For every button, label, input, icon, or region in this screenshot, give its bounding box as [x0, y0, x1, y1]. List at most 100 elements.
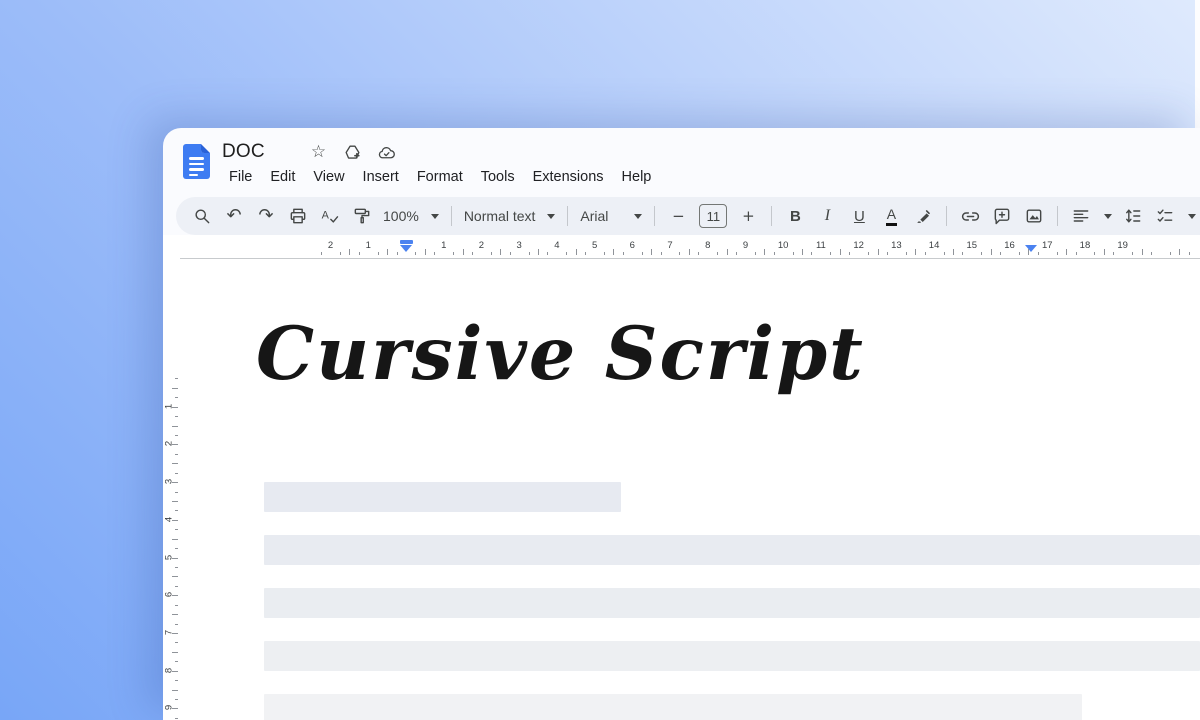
- align-caret-icon[interactable]: [1104, 214, 1112, 219]
- menu-item-help[interactable]: Help: [613, 166, 661, 188]
- document-page[interactable]: Cursive Script: [180, 259, 1200, 720]
- vertical-ruler[interactable]: 123456789: [163, 259, 180, 720]
- h-ruler-tick: [651, 249, 652, 255]
- h-ruler-tick: [953, 249, 954, 255]
- zoom-select[interactable]: 100%: [383, 208, 419, 224]
- separator: [451, 206, 452, 226]
- move-to-folder-icon[interactable]: [343, 143, 362, 162]
- h-ruler-tick: [397, 252, 398, 255]
- v-ruler-tick: [175, 435, 178, 436]
- separator: [946, 206, 947, 226]
- v-ruler-tick: [175, 624, 178, 625]
- h-ruler-tick: [811, 252, 812, 255]
- search-menus-button[interactable]: [191, 204, 213, 228]
- spelling-check-button[interactable]: A: [319, 204, 341, 228]
- redo-button[interactable]: ↷: [255, 204, 277, 228]
- h-ruler-number: 19: [1117, 240, 1128, 251]
- paint-format-button[interactable]: [351, 204, 373, 228]
- menu-item-tools[interactable]: Tools: [472, 166, 524, 188]
- h-ruler-tick: [774, 252, 775, 255]
- h-ruler-tick: [868, 252, 869, 255]
- v-ruler-tick: [175, 642, 178, 643]
- h-ruler-tick: [764, 249, 765, 255]
- v-ruler-tick: [172, 407, 179, 408]
- align-button[interactable]: [1070, 204, 1092, 228]
- v-ruler-tick: [172, 482, 179, 483]
- insert-image-button[interactable]: [1023, 204, 1045, 228]
- v-ruler-tick: [172, 671, 179, 672]
- h-ruler-tick: [962, 252, 963, 255]
- h-ruler-tick: [547, 252, 548, 255]
- h-ruler-number: 10: [778, 240, 789, 251]
- increase-font-size-button[interactable]: +: [737, 204, 759, 228]
- decrease-font-size-button[interactable]: −: [667, 204, 689, 228]
- separator: [1057, 206, 1058, 226]
- v-ruler-tick: [172, 520, 179, 521]
- h-ruler-tick: [623, 252, 624, 255]
- h-ruler-number: 13: [891, 240, 902, 251]
- h-ruler-tick: [981, 252, 982, 255]
- line-spacing-button[interactable]: [1122, 204, 1144, 228]
- h-ruler-tick: [991, 249, 992, 255]
- h-ruler-tick: [425, 249, 426, 255]
- paragraph-style-select[interactable]: Normal text: [464, 208, 536, 224]
- italic-button[interactable]: I: [816, 204, 838, 228]
- docs-logo-lines: [189, 157, 204, 179]
- svg-text:A: A: [322, 210, 330, 222]
- menu-item-file[interactable]: File: [220, 166, 261, 188]
- horizontal-ruler[interactable]: 2112345678910111213141516171819: [163, 235, 1200, 258]
- print-button[interactable]: [287, 204, 309, 228]
- h-ruler-tick: [359, 252, 360, 255]
- menu-item-format[interactable]: Format: [408, 166, 472, 188]
- h-ruler-tick: [915, 249, 916, 255]
- h-ruler-tick: [463, 249, 464, 255]
- font-caret-icon[interactable]: [634, 214, 642, 219]
- checklist-caret-icon[interactable]: [1188, 214, 1196, 219]
- checklist-button[interactable]: [1154, 204, 1176, 228]
- h-ruler-tick: [585, 252, 586, 255]
- h-ruler-number: 12: [853, 240, 864, 251]
- font-size-input[interactable]: 11: [699, 204, 727, 228]
- v-ruler-tick: [172, 444, 179, 445]
- v-ruler-tick: [175, 661, 178, 662]
- h-ruler-tick: [566, 252, 567, 255]
- h-ruler-tick: [1057, 252, 1058, 255]
- h-ruler-number: 5: [592, 240, 597, 251]
- h-ruler-number: 1: [366, 240, 371, 251]
- add-comment-button[interactable]: [991, 204, 1013, 228]
- style-caret-icon[interactable]: [547, 214, 555, 219]
- v-ruler-tick: [172, 708, 179, 709]
- v-ruler-tick: [172, 501, 179, 502]
- cloud-saved-icon[interactable]: [377, 143, 396, 162]
- h-ruler-number: 9: [743, 240, 748, 251]
- font-family-select[interactable]: Arial: [580, 208, 622, 224]
- h-ruler-tick: [340, 252, 341, 255]
- zoom-caret-icon[interactable]: [431, 214, 439, 219]
- document-heading[interactable]: Cursive Script: [256, 311, 865, 397]
- docs-logo-icon[interactable]: [183, 144, 210, 179]
- bold-button[interactable]: B: [784, 204, 806, 228]
- document-title[interactable]: DOC: [222, 141, 265, 163]
- v-ruler-tick: [175, 529, 178, 530]
- h-ruler-number: 1: [441, 240, 446, 251]
- underline-button[interactable]: U: [848, 204, 870, 228]
- menu-item-edit[interactable]: Edit: [261, 166, 304, 188]
- h-ruler-tick: [925, 252, 926, 255]
- text-color-button[interactable]: A: [886, 206, 897, 225]
- v-ruler-tick: [172, 614, 179, 615]
- star-icon[interactable]: ☆: [309, 143, 328, 162]
- h-ruler-tick: [434, 252, 435, 255]
- h-ruler-tick: [510, 252, 511, 255]
- highlight-color-button[interactable]: [912, 204, 934, 228]
- menu-item-view[interactable]: View: [304, 166, 353, 188]
- v-ruler-tick: [175, 492, 178, 493]
- h-ruler-tick: [538, 249, 539, 255]
- undo-button[interactable]: ↶: [223, 204, 245, 228]
- menu-item-insert[interactable]: Insert: [354, 166, 408, 188]
- v-ruler-tick: [175, 586, 178, 587]
- h-ruler-number: 14: [929, 240, 940, 251]
- insert-link-button[interactable]: [959, 204, 981, 228]
- skeleton-line: [264, 482, 621, 512]
- v-ruler-tick: [175, 699, 178, 700]
- menu-item-extensions[interactable]: Extensions: [524, 166, 613, 188]
